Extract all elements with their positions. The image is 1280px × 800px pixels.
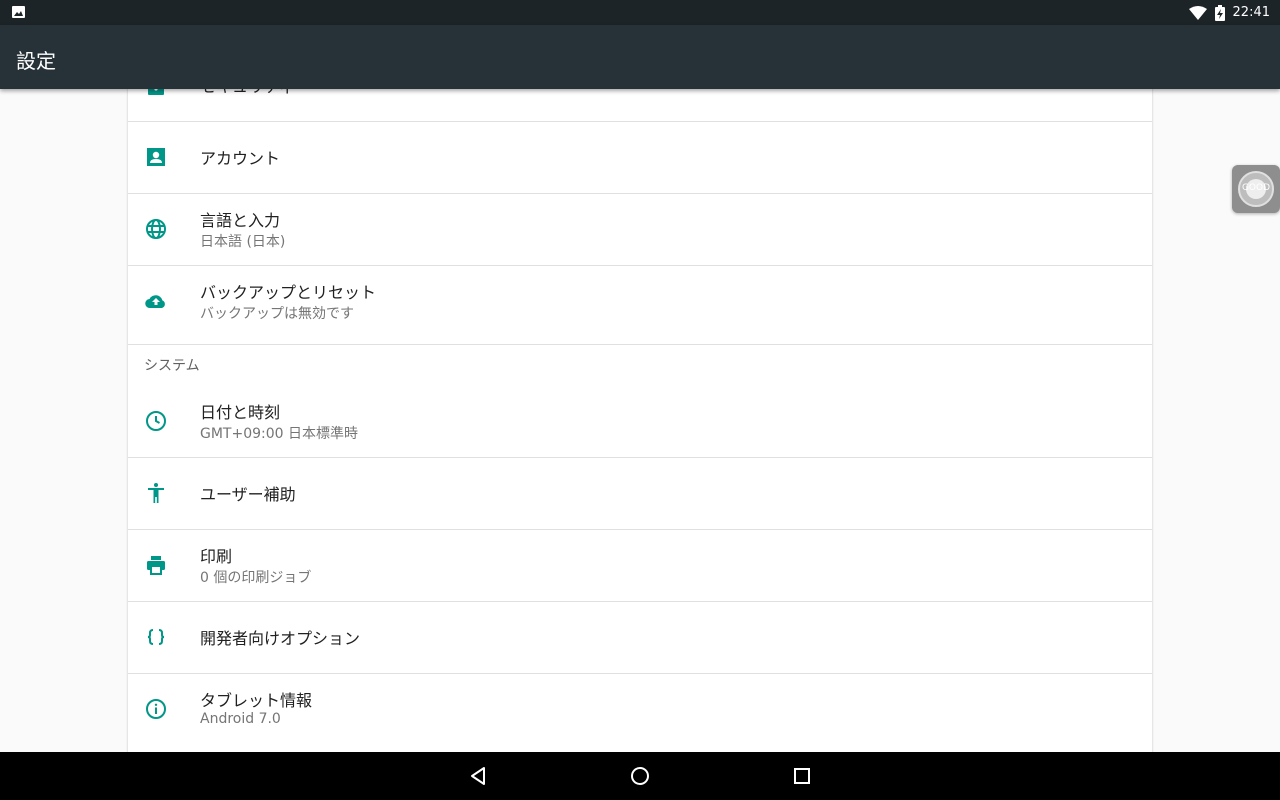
settings-item-title: ユーザー補助 <box>200 485 296 504</box>
image-icon <box>12 6 25 18</box>
status-time: 22:41 <box>1232 5 1270 20</box>
settings-item-summary: Android 7.0 <box>200 711 281 727</box>
settings-item-title: 日付と時刻 <box>200 403 281 422</box>
settings-item-title: 印刷 <box>200 547 233 566</box>
wifi-icon <box>1188 5 1207 20</box>
settings-item-about-tablet[interactable]: タブレット情報 Android 7.0 <box>128 673 1152 745</box>
navigation-bar <box>0 752 1280 800</box>
globe-icon <box>146 219 166 239</box>
settings-item-printing[interactable]: 印刷 0 個の印刷ジョブ <box>128 529 1152 601</box>
floating-button-label: GOOD <box>1241 183 1271 193</box>
settings-item-summary: バックアップは無効です <box>200 306 354 322</box>
settings-list[interactable]: セキュリティ アカウント 言語と入力 日本語 (日本) <box>0 89 1280 752</box>
settings-item-developer-options[interactable]: 開発者向けオプション <box>128 601 1152 673</box>
category-divider <box>128 344 1152 345</box>
accessibility-icon <box>148 483 164 503</box>
settings-card: セキュリティ アカウント 言語と入力 日本語 (日本) <box>128 89 1152 752</box>
settings-item-title: タブレット情報 <box>200 691 313 710</box>
settings-item-title: 言語と入力 <box>200 211 281 230</box>
info-icon <box>146 699 166 719</box>
category-header-system: システム <box>144 358 200 374</box>
settings-item-accounts[interactable]: アカウント <box>128 121 1152 193</box>
home-circle-icon[interactable] <box>628 764 652 788</box>
settings-item-security[interactable]: セキュリティ <box>128 89 1152 121</box>
settings-item-language-input[interactable]: 言語と入力 日本語 (日本) <box>128 193 1152 265</box>
battery-charging-icon <box>1214 4 1225 21</box>
status-bar: 22:41 <box>0 0 1280 25</box>
settings-item-summary: 日本語 (日本) <box>200 234 286 250</box>
lock-icon <box>148 89 164 95</box>
cloud-upload-icon <box>145 295 165 309</box>
printer-icon <box>147 556 165 575</box>
floating-overlay-button[interactable]: GOOD <box>1232 165 1280 213</box>
app-bar: 設定 <box>0 25 1280 89</box>
settings-item-title: 開発者向けオプション <box>200 629 361 648</box>
settings-item-date-time[interactable]: 日付と時刻 GMT+09:00 日本標準時 <box>128 385 1152 457</box>
settings-item-summary: GMT+09:00 日本標準時 <box>200 426 359 442</box>
settings-item-accessibility[interactable]: ユーザー補助 <box>128 457 1152 529</box>
settings-item-backup-reset[interactable]: バックアップとリセット バックアップは無効です <box>128 265 1152 337</box>
settings-item-title: アカウント <box>200 149 281 168</box>
clock-icon <box>146 411 166 431</box>
back-triangle-icon[interactable] <box>466 764 490 788</box>
recents-square-icon[interactable] <box>790 764 814 788</box>
page-title: 設定 <box>16 49 56 73</box>
settings-item-title: セキュリティ <box>200 89 295 97</box>
settings-item-title: バックアップとリセット <box>200 283 377 302</box>
settings-item-summary: 0 個の印刷ジョブ <box>200 570 312 586</box>
account-box-icon <box>147 148 165 166</box>
braces-icon <box>147 629 165 645</box>
